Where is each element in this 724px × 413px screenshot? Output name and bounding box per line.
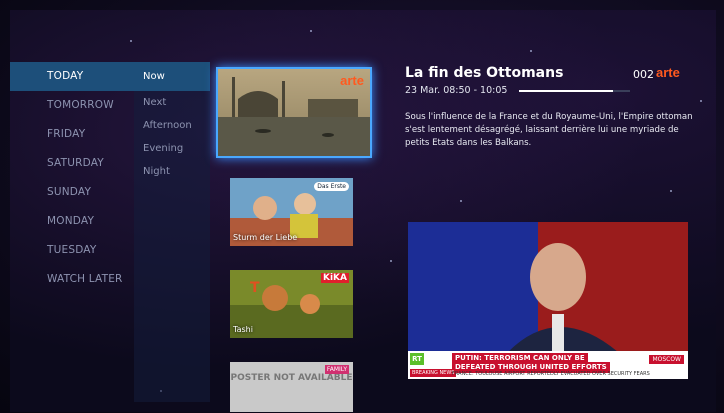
program-thumbnail-no-poster[interactable]: POSTER NOT AVAILABLE FAMILY: [230, 362, 353, 412]
program-thumbnail-tashi[interactable]: T KiKA Tashi: [230, 270, 353, 338]
day-sunday[interactable]: SUNDAY: [10, 178, 134, 207]
thumb-title-sturm: Sturm der Liebe: [233, 233, 298, 242]
family-logo: FAMILY: [324, 365, 349, 374]
location-label: MOSCOW: [649, 355, 684, 364]
time-night[interactable]: Night: [134, 160, 210, 183]
day-list: TODAY TOMORROW FRIDAY SATURDAY SUNDAY MO…: [10, 62, 134, 294]
day-saturday[interactable]: SATURDAY: [10, 149, 134, 178]
program-title: La fin des Ottomans: [405, 65, 564, 81]
news-anchor-image: [408, 222, 688, 352]
rt-logo: RT: [410, 353, 424, 365]
time-afternoon[interactable]: Afternoon: [134, 114, 210, 137]
kika-logo: KiKA: [321, 273, 349, 283]
day-watch-later[interactable]: WATCH LATER: [10, 265, 134, 294]
day-monday[interactable]: MONDAY: [10, 207, 134, 236]
thumb-title-tashi: Tashi: [233, 325, 253, 334]
breaking-news-tag: BREAKING NEWS: [410, 369, 457, 377]
day-today[interactable]: TODAY: [10, 62, 134, 91]
time-now[interactable]: Now: [134, 62, 210, 91]
live-video-preview[interactable]: RT PUTIN: TERRORISM CAN ONLY BE DEFEATED…: [408, 222, 688, 379]
news-ticker: RT PUTIN: TERRORISM CAN ONLY BE DEFEATED…: [408, 351, 688, 379]
arte-logo: arte: [340, 73, 364, 88]
channel-logo: arte: [656, 65, 680, 80]
time-evening[interactable]: Evening: [134, 137, 210, 160]
program-thumbnail-sturm-der-liebe[interactable]: Das Erste Sturm der Liebe: [230, 178, 353, 246]
day-friday[interactable]: FRIDAY: [10, 120, 134, 149]
program-description: Sous l'influence de la France et du Roya…: [405, 112, 693, 148]
program-time: 23 Mar. 08:50 - 10:05: [405, 85, 508, 96]
das-erste-logo: Das Erste: [314, 182, 349, 191]
time-next[interactable]: Next: [134, 91, 210, 114]
day-tuesday[interactable]: TUESDAY: [10, 236, 134, 265]
ticker-text: FRANCE: TOULOUSE AIRPORT REPORTEDLY EVAC…: [452, 371, 650, 377]
program-thumbnail-selected[interactable]: arte: [216, 67, 372, 158]
tv-guide-screen: TODAY TOMORROW FRIDAY SATURDAY SUNDAY MO…: [10, 10, 716, 412]
day-tomorrow[interactable]: TOMORROW: [10, 91, 134, 120]
svg-text:T: T: [250, 280, 260, 296]
channel-number: 002: [633, 68, 654, 81]
time-slot-list: Now Next Afternoon Evening Night: [134, 62, 210, 402]
program-progress-bar: [519, 90, 630, 92]
